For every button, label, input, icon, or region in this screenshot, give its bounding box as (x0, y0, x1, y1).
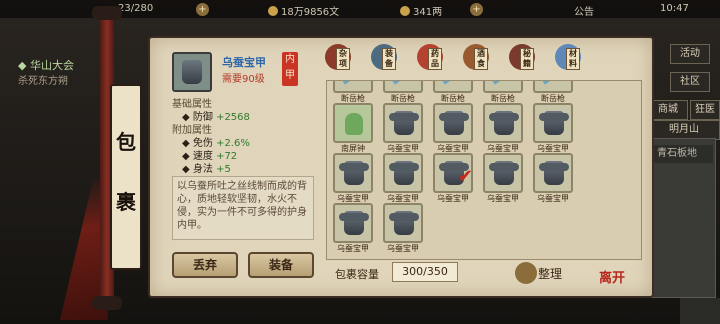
sword-icon (342, 81, 368, 85)
armor-icon (539, 111, 569, 135)
shop-button[interactable]: 商城 (648, 100, 688, 120)
gold-ingot-icon (400, 6, 410, 16)
category-tabs: 杂项 装备 药品 酒食 秘籍 材料 (322, 42, 642, 78)
clock: 10:47 (660, 3, 689, 14)
extra-attr-header: 附加属性 (172, 125, 212, 136)
inventory-slot[interactable] (533, 103, 573, 143)
quest-sub: 杀死东方朔 (18, 76, 68, 87)
money-bag-icon[interactable] (515, 262, 537, 284)
slot-seal: 内甲 (282, 52, 298, 86)
discard-button[interactable]: 丢弃 (172, 252, 238, 278)
notice-button[interactable]: 公告 (574, 3, 594, 18)
inventory-slot[interactable] (483, 81, 523, 93)
bag-title-char-1: 包 (116, 130, 136, 154)
attr-row: ◆ 速度 +72 (182, 151, 238, 162)
tab-pot[interactable]: 杂项 (322, 42, 354, 74)
inventory-slot[interactable] (383, 103, 423, 143)
add-gold-button[interactable]: + (470, 3, 483, 16)
armor-icon (389, 211, 419, 235)
inventory-slot[interactable] (433, 81, 473, 93)
tab-label: 秘籍 (520, 48, 534, 70)
bell-icon (345, 113, 363, 135)
doctor-button[interactable]: 狂医 (690, 100, 720, 120)
armor-icon (339, 211, 369, 235)
selected-check-icon: ✔ (457, 166, 473, 187)
quest-tracker[interactable]: ◆ 华山大会 杀死东方朔 (18, 58, 74, 90)
sort-button[interactable]: 整理 (538, 265, 562, 282)
armor-icon (389, 161, 419, 185)
inventory-slot[interactable] (383, 153, 423, 193)
bag-title-char-2: 裹 (116, 190, 136, 214)
corner-panel (680, 298, 720, 324)
slot-label: 乌蚕宝甲 (437, 194, 469, 203)
inventory-slot[interactable] (333, 81, 373, 93)
silver-amount: 18万9856文 (268, 3, 339, 18)
scroll-cap-top (92, 6, 122, 20)
item-description: 以乌蚕所吐之丝线制而成的背心，质地轻软坚韧，水火不侵，实为一件不可多得的护身内甲… (172, 176, 314, 240)
leave-stamp[interactable]: 离开 (598, 272, 626, 300)
inventory-slot[interactable] (383, 203, 423, 243)
inventory-slot[interactable] (333, 153, 373, 193)
bag-title-banner: 包 裹 (110, 84, 142, 270)
attr-row: ◆ 身法 +5 (182, 164, 231, 175)
capacity-label: 包裹容量 (335, 268, 379, 281)
armor-icon (172, 52, 212, 92)
gold-amount: 341两 (400, 3, 442, 18)
quest-title: ◆ 华山大会 (18, 59, 74, 72)
community-button[interactable]: 社区 (670, 72, 710, 92)
slot-label: 乌蚕宝甲 (487, 194, 519, 203)
inventory-slot[interactable] (433, 103, 473, 143)
capacity-value: 300/350 (392, 262, 458, 282)
defense-row: ◆ 防御 +2568 (182, 112, 250, 123)
tab-fruit[interactable]: 药品 (414, 42, 446, 74)
inventory-slot[interactable] (383, 81, 423, 93)
inventory-slot[interactable] (333, 103, 373, 143)
inventory-slot[interactable] (483, 153, 523, 193)
item-grid: 断岳枪 断岳枪 断岳枪 断岳枪 断岳枪 南屏钟 乌蚕宝甲 乌蚕宝甲 乌蚕宝甲 乌蚕宝甲 乌蚕宝甲 乌蚕… (326, 80, 642, 260)
inventory-slot[interactable] (533, 153, 573, 193)
add-level-button[interactable]: + (196, 3, 209, 16)
item-stats: 基础属性 ◆ 防御 +2568 附加属性 ◆ 免伤 +2.6% ◆ 速度 +72… (172, 98, 314, 176)
base-attr-header: 基础属性 (172, 99, 212, 110)
attr-row: ◆ 免伤 +2.6% (182, 138, 250, 149)
armor-icon (389, 111, 419, 135)
sword-icon (542, 81, 568, 85)
slot-label: 乌蚕宝甲 (337, 244, 369, 253)
tab-label: 材料 (566, 48, 580, 70)
armor-icon (439, 111, 469, 135)
armor-icon (489, 161, 519, 185)
slot-label: 乌蚕宝甲 (387, 244, 419, 253)
location-label: 明月山 (648, 120, 720, 140)
tab-sword[interactable]: 装备 (368, 42, 400, 74)
tab-label: 装备 (382, 48, 396, 70)
sword-icon (492, 81, 518, 85)
armor-icon (339, 161, 369, 185)
tab-book[interactable]: 秘籍 (506, 42, 538, 74)
right-info-panel: 青石板地 (646, 138, 716, 298)
sword-icon (442, 81, 468, 85)
tab-food[interactable]: 酒食 (460, 42, 492, 74)
silver-coin-icon (268, 6, 278, 16)
armor-icon (489, 111, 519, 135)
slot-label: 乌蚕宝甲 (537, 194, 569, 203)
activity-button[interactable]: 活动 (670, 44, 710, 64)
tab-label: 酒食 (474, 48, 488, 70)
sword-icon (392, 81, 418, 85)
tab-label: 杂项 (336, 48, 350, 70)
inventory-slot[interactable] (333, 203, 373, 243)
item-name: 乌蚕宝甲 (222, 56, 266, 69)
scroll-cap-bottom (92, 296, 122, 310)
inventory-slot[interactable]: ✔ (433, 153, 473, 193)
inventory-slot[interactable] (533, 81, 573, 93)
inventory-slot[interactable] (483, 103, 523, 143)
item-requirement: 需要90级 (222, 74, 265, 85)
tab-label: 药品 (428, 48, 442, 70)
tab-crystal[interactable]: 材料 (552, 42, 584, 74)
equip-button[interactable]: 装备 (248, 252, 314, 278)
armor-icon (539, 161, 569, 185)
level-counter: 23/280 (118, 3, 154, 14)
right-panel-item[interactable]: 青石板地 (651, 145, 713, 163)
